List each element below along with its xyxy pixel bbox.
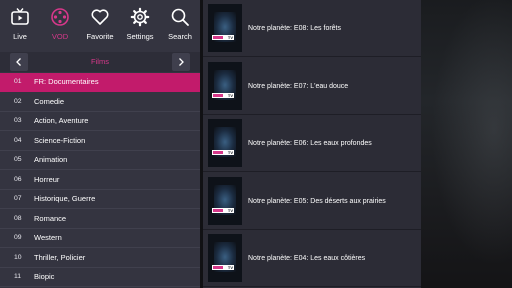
- vod-thumbnail: TV: [208, 176, 242, 225]
- film-reel-icon: [51, 8, 69, 26]
- category-header: Films: [0, 52, 200, 72]
- vod-item[interactable]: TV Notre planète: E05: Des déserts aux p…: [203, 174, 421, 230]
- vod-thumbnail: TV: [208, 4, 242, 52]
- category-item[interactable]: 06 Horreur: [0, 171, 200, 190]
- left-panel: Live VOD Favorite Settings Search Films …: [0, 0, 200, 288]
- category-item[interactable]: 11 Biopic: [0, 268, 200, 288]
- category-label: Biopic: [34, 272, 55, 281]
- category-label: Romance: [34, 213, 67, 223]
- category-number: 10: [14, 253, 22, 261]
- chevron-left-icon: [16, 58, 21, 66]
- vod-title: Notre planète: E06: Les eaux profondes: [248, 140, 372, 147]
- category-number: 02: [14, 97, 22, 105]
- vod-title: Notre planète: E08: Les forêts: [248, 25, 341, 32]
- top-nav: Live VOD Favorite Settings Search: [0, 0, 200, 48]
- vod-list: TV Notre planète: E08: Les forêts TV Not…: [203, 0, 421, 288]
- nav-settings[interactable]: Settings: [120, 0, 160, 48]
- category-label: Action, Aventure: [34, 116, 89, 125]
- category-number: 07: [14, 195, 22, 202]
- vod-item[interactable]: TV Notre planète: E06: Les eaux profonde…: [203, 116, 421, 172]
- category-label: Thriller, Policier: [34, 252, 86, 262]
- background-preview: [421, 0, 512, 288]
- category-item[interactable]: 09 Western: [0, 229, 200, 249]
- category-label: Western: [34, 233, 62, 242]
- vod-item[interactable]: TV Notre planète: E08: Les forêts: [203, 1, 421, 57]
- vod-item[interactable]: TV Notre planète: E07: L'eau douce: [203, 59, 421, 115]
- category-item[interactable]: 03 Action, Aventure: [0, 112, 200, 132]
- category-label: Historique, Guerre: [34, 194, 96, 203]
- category-number: 09: [14, 234, 22, 241]
- category-label: Animation: [34, 155, 68, 164]
- vod-item[interactable]: TV Notre planète: E04: Les eaux côtières: [203, 231, 421, 287]
- category-title: Films: [91, 57, 109, 66]
- category-item[interactable]: 01 FR: Documentaires: [0, 73, 200, 93]
- gear-icon: [130, 7, 150, 27]
- vod-thumbnail: TV: [208, 119, 242, 167]
- category-item[interactable]: 10 Thriller, Policier: [0, 249, 200, 268]
- nav-live[interactable]: Live: [0, 0, 40, 48]
- category-number: 01: [14, 78, 22, 85]
- category-number: 03: [14, 117, 22, 124]
- category-item[interactable]: 05 Animation: [0, 151, 200, 171]
- next-category-button[interactable]: [172, 53, 190, 71]
- category-item[interactable]: 02 Comedie: [0, 93, 200, 112]
- prev-category-button[interactable]: [10, 53, 28, 71]
- category-number: 11: [14, 273, 22, 280]
- category-number: 06: [14, 175, 22, 183]
- nav-search-label: Search: [168, 32, 192, 41]
- category-label: Horreur: [34, 174, 60, 184]
- category-number: 05: [14, 156, 22, 163]
- vod-title: Notre planète: E05: Des déserts aux prai…: [248, 197, 386, 205]
- nav-vod[interactable]: VOD: [40, 0, 80, 48]
- tv-icon: [11, 8, 29, 25]
- vod-title: Notre planète: E04: Les eaux côtières: [248, 255, 366, 262]
- category-label: FR: Documentaires: [34, 77, 99, 86]
- vod-thumbnail: TV: [208, 234, 242, 282]
- category-item[interactable]: 07 Historique, Guerre: [0, 190, 200, 210]
- chevron-right-icon: [179, 58, 184, 66]
- vod-thumbnail: TV: [208, 61, 242, 110]
- category-item[interactable]: 08 Romance: [0, 210, 200, 229]
- category-number: 04: [14, 136, 22, 144]
- search-icon: [171, 8, 189, 26]
- nav-search[interactable]: Search: [160, 0, 200, 48]
- category-item[interactable]: 04 Science-Fiction: [0, 132, 200, 151]
- category-list: 01 FR: Documentaires 02 Comedie 03 Actio…: [0, 73, 200, 288]
- vod-title: Notre planète: E07: L'eau douce: [248, 82, 349, 90]
- nav-favorite[interactable]: Favorite: [80, 0, 120, 48]
- category-label: Science-Fiction: [34, 135, 86, 145]
- category-label: Comedie: [34, 96, 65, 106]
- category-number: 08: [14, 214, 22, 222]
- heart-icon: [91, 9, 109, 25]
